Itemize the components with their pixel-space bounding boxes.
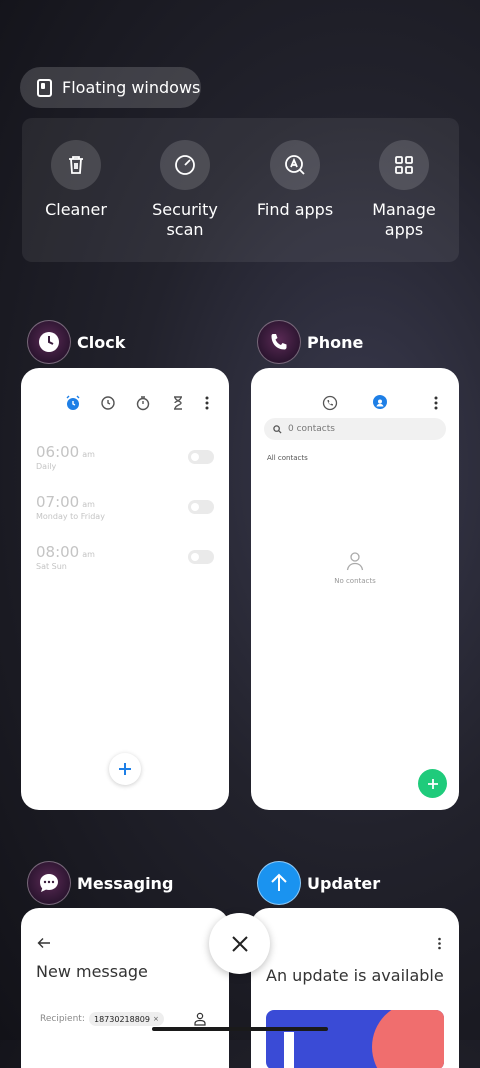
cleaner-button[interactable]: Cleaner [26,140,126,220]
alarm-item[interactable]: 08:00 am Sat Sun [36,542,95,571]
phone-app-card[interactable]: 0 contacts All contacts No contacts [251,368,459,810]
more-options-icon[interactable] [433,395,439,411]
messaging-app-card[interactable]: New message Recipient: 18730218809 × [21,908,229,1068]
updater-app-name: Updater [307,873,381,893]
contacts-search-placeholder: 0 contacts [288,424,335,434]
floating-windows-label: Floating windows [62,78,201,97]
alarm-ampm: am [82,550,95,559]
phone-app-header[interactable]: Phone [257,320,363,364]
updater-app-card[interactable]: An update is available [251,908,459,1068]
alarm-tab-icon[interactable] [65,395,81,411]
updater-app-header[interactable]: Updater [257,861,380,905]
update-available-title: An update is available [266,966,444,985]
contacts-tab-icon[interactable] [373,395,387,409]
search-icon [273,424,282,434]
security-scan-label: Security scan [152,200,218,239]
remove-recipient-icon[interactable]: × [153,1015,159,1023]
contacts-search-input[interactable]: 0 contacts [264,418,446,440]
add-alarm-button[interactable] [109,753,141,785]
alarm-toggle[interactable] [188,500,214,514]
close-all-button[interactable] [209,913,270,974]
grid-icon [379,140,429,190]
alarm-ampm: am [82,450,95,459]
all-contacts-label: All contacts [267,454,308,462]
manage-apps-button[interactable]: Manage apps [354,140,454,240]
add-contact-button[interactable] [418,769,447,798]
alarm-repeat: Monday to Friday [36,512,105,521]
world-clock-tab-icon[interactable] [100,395,116,411]
clock-app-header[interactable]: Clock [27,320,125,364]
alarm-time: 07:00 [36,493,80,511]
messaging-app-name: Messaging [77,873,174,893]
home-indicator[interactable] [152,1027,328,1031]
new-message-title: New message [36,962,148,981]
find-apps-icon [270,140,320,190]
updater-app-icon [257,861,301,905]
recipient-label: Recipient: [40,1014,85,1024]
phone-app-icon [257,320,301,364]
alarm-toggle[interactable] [188,550,214,564]
plus-icon [119,763,131,775]
no-contacts-text: No contacts [334,577,376,585]
trash-icon [51,140,101,190]
find-apps-button[interactable]: Find apps [245,140,345,220]
security-scan-button[interactable]: Security scan [135,140,235,240]
clock-app-icon [27,320,71,364]
person-icon [346,552,364,571]
alarm-item[interactable]: 07:00 am Monday to Friday [36,492,105,521]
floating-windows-button[interactable]: Floating windows [20,67,201,108]
timer-tab-icon[interactable] [170,395,186,411]
floating-window-icon [37,78,52,97]
more-options-icon[interactable] [204,395,210,411]
alarm-time: 08:00 [36,543,80,561]
find-apps-label: Find apps [256,200,334,219]
messaging-app-header[interactable]: Messaging [27,861,173,905]
stopwatch-tab-icon[interactable] [135,395,151,411]
close-icon [231,935,248,952]
manage-apps-label: Manage apps [372,200,436,239]
contact-picker-icon[interactable] [194,1012,206,1026]
back-arrow-icon[interactable] [37,937,51,949]
shield-scan-icon [160,140,210,190]
alarm-repeat: Daily [36,462,57,471]
recipient-number: 18730218809 [94,1014,150,1024]
cleaner-label: Cleaner [45,200,107,219]
plus-icon [427,778,438,789]
alarm-time: 06:00 [36,443,80,461]
alarm-repeat: Sat Sun [36,562,67,571]
messaging-app-icon [27,861,71,905]
clock-app-name: Clock [77,332,126,352]
clock-app-card[interactable]: 06:00 am Daily 07:00 am Monday to Friday 0… [21,368,229,810]
alarm-item[interactable]: 06:00 am Daily [36,442,95,471]
alarm-ampm: am [82,500,95,509]
recipient-chip[interactable]: 18730218809 × [89,1012,164,1026]
phone-app-name: Phone [307,332,364,352]
alarm-toggle[interactable] [188,450,214,464]
more-options-icon[interactable] [437,937,442,950]
quick-tools-panel: Cleaner Security scan Find apps Manage a… [22,118,459,262]
call-log-tab-icon[interactable] [322,395,338,411]
update-banner-image [266,1010,444,1068]
